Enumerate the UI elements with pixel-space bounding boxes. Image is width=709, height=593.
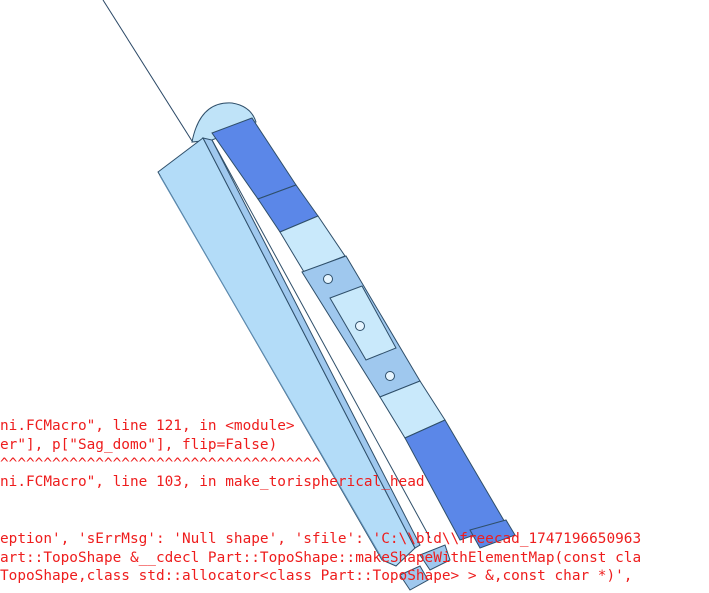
construction-line [102, 0, 193, 142]
bolt-hole-2 [355, 321, 365, 331]
debris-fragment-3 [399, 565, 429, 591]
3d-viewport[interactable]: ni.FCMacro", line 121, in <module> er"],… [0, 0, 709, 593]
bolt-hole-3 [385, 371, 395, 381]
vessel-body-crease [159, 175, 385, 563]
debris-fragment-2 [419, 544, 451, 571]
shell-section-5[interactable] [404, 419, 507, 541]
bolt-hole-1 [323, 274, 333, 284]
3d-scene[interactable] [0, 0, 709, 593]
inner-rail [211, 139, 431, 539]
